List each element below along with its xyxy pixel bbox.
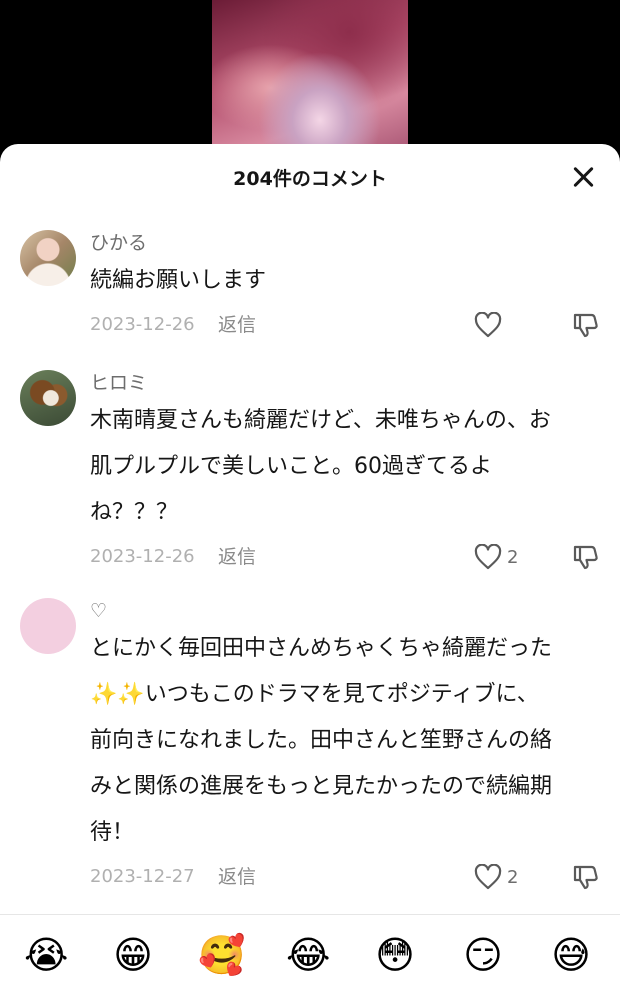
comment-count-title: 204件のコメント bbox=[233, 168, 387, 190]
comment-username[interactable]: ヒロミ bbox=[90, 370, 600, 396]
comment-text-line: 前向きになれました。田中さんと笙野さんの絡 bbox=[90, 728, 553, 753]
comment-text: 木南晴夏さんも綺麗だけど、未唯ちゃんの、お 肌プルプルで美しいこと。60過ぎてる… bbox=[90, 398, 600, 536]
comment-text-line: 続編お願いします bbox=[90, 268, 267, 293]
reply-button[interactable]: 返信 bbox=[218, 310, 256, 340]
heart-icon bbox=[474, 864, 502, 890]
avatar[interactable] bbox=[20, 230, 76, 286]
comment-text-line: ね？？？ bbox=[90, 500, 179, 525]
emoji-grinning-icon[interactable]: 😁 bbox=[111, 933, 155, 977]
comment-username[interactable]: ♡ bbox=[90, 598, 600, 624]
comment-meta: 2023-12-27 返信 2 bbox=[90, 862, 600, 892]
video-background[interactable] bbox=[0, 0, 620, 160]
sheet-header: 204件のコメント bbox=[0, 144, 620, 208]
video-thumbnail[interactable] bbox=[212, 0, 408, 160]
comment-meta: 2023-12-26 返信 bbox=[90, 310, 600, 340]
emoji-smiling-hearts-icon[interactable]: 🥰 bbox=[198, 933, 245, 977]
comment-text-line: とにかく毎回田中さんめちゃくちゃ綺麗だった bbox=[90, 636, 553, 661]
thumbs-down-icon[interactable] bbox=[572, 543, 600, 571]
comment-text: とにかく毎回田中さんめちゃくちゃ綺麗だった ✨✨いつもこのドラマを見てポジティブ… bbox=[90, 626, 600, 856]
avatar[interactable] bbox=[20, 598, 76, 654]
like-button[interactable]: 2 bbox=[474, 864, 518, 890]
emoji-smirking-icon[interactable]: 😏 bbox=[461, 933, 505, 977]
avatar[interactable] bbox=[20, 370, 76, 426]
comment-date: 2023-12-26 bbox=[90, 546, 195, 567]
emoji-loudly-crying-icon[interactable]: 😭 bbox=[24, 933, 68, 977]
comment-date: 2023-12-26 bbox=[90, 314, 195, 335]
comments-sheet: 204件のコメント ひかる 続編お願いします 2023-12-26 返信 ヒロミ… bbox=[0, 144, 620, 985]
like-count: 2 bbox=[507, 546, 519, 568]
emoji-sweat-smile-icon[interactable]: 😅 bbox=[549, 933, 593, 977]
comment-text-line: 待！ bbox=[90, 820, 135, 845]
thumbs-down-icon[interactable] bbox=[572, 311, 600, 339]
comment-text-line: ✨✨いつもこのドラマを見てポジティブに、 bbox=[90, 682, 539, 707]
comment-text-line: みと関係の進展をもっと見たかったので続編期 bbox=[90, 774, 553, 799]
reply-button[interactable]: 返信 bbox=[218, 862, 256, 892]
comment-meta: 2023-12-26 返信 2 bbox=[90, 542, 600, 572]
comment-text-line: 肌プルプルで美しいこと。60過ぎてるよ bbox=[90, 454, 492, 479]
like-button[interactable]: 2 bbox=[474, 544, 518, 570]
close-icon[interactable] bbox=[570, 164, 596, 190]
comment-text-line: 木南晴夏さんも綺麗だけど、未唯ちゃんの、お bbox=[90, 408, 551, 433]
heart-icon bbox=[474, 312, 502, 338]
comment-date: 2023-12-27 bbox=[90, 866, 195, 887]
reply-button[interactable]: 返信 bbox=[218, 542, 256, 572]
like-count: 2 bbox=[507, 866, 519, 888]
like-button[interactable] bbox=[474, 312, 507, 338]
thumbs-down-icon[interactable] bbox=[572, 863, 600, 891]
emoji-tears-of-joy-icon[interactable]: 😂 bbox=[286, 933, 330, 977]
emoji-quick-reply-bar: 😭 😁 🥰 😂 😳 😏 😅 bbox=[0, 914, 620, 986]
heart-icon bbox=[474, 544, 502, 570]
emoji-flushed-icon[interactable]: 😳 bbox=[373, 933, 417, 977]
comment-text: 続編お願いします bbox=[90, 258, 600, 304]
comment-username[interactable]: ひかる bbox=[90, 230, 600, 256]
